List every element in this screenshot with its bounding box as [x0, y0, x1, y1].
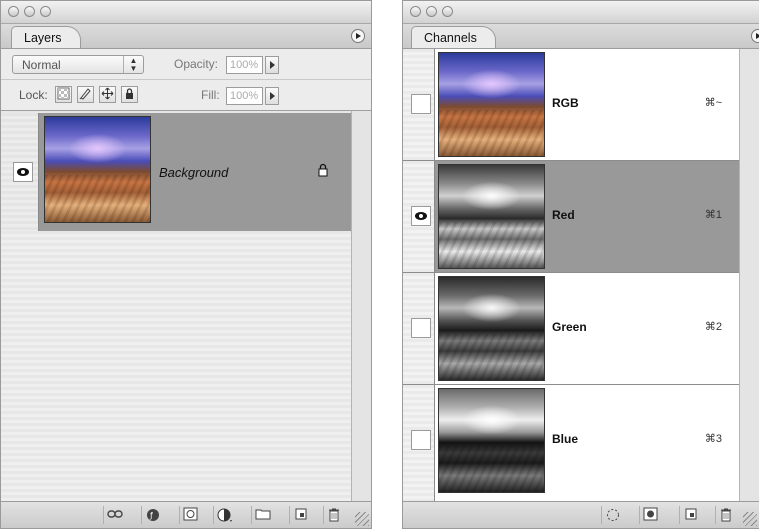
- channels-panel-menu-button[interactable]: [751, 29, 759, 43]
- channel-visibility-column: [403, 273, 435, 384]
- load-channel-as-selection-button[interactable]: [601, 506, 623, 524]
- tab-channels[interactable]: Channels: [411, 26, 496, 48]
- layer-row[interactable]: Background: [1, 113, 351, 231]
- new-group-button[interactable]: [251, 506, 273, 524]
- fill-slider-button[interactable]: [265, 87, 279, 105]
- svg-text:ƒ: ƒ: [149, 511, 153, 520]
- channels-footer-toolbar: [403, 501, 759, 528]
- blend-opacity-row: Normal ▲ ▼ Opacity: 100%: [1, 49, 371, 80]
- channel-shortcut: ⌘2: [704, 321, 722, 333]
- lock-fill-row: Lock: Fill: 100%: [1, 80, 371, 111]
- link-icon: [107, 510, 123, 518]
- channel-thumbnail: [438, 52, 545, 157]
- layers-footer-toolbar: ƒ: [1, 501, 371, 528]
- updown-arrows-icon: ▲ ▼: [123, 56, 143, 73]
- channels-scrollbar[interactable]: [739, 49, 759, 501]
- mask-icon: [643, 507, 658, 521]
- layer-style-button[interactable]: ƒ: [141, 506, 163, 524]
- channel-row-green[interactable]: Green ⌘2: [403, 273, 739, 385]
- new-layer-button[interactable]: [289, 506, 311, 524]
- dotted-circle-icon: [607, 509, 619, 521]
- delete-layer-button[interactable]: [323, 506, 345, 524]
- trash-icon: [329, 508, 339, 522]
- channel-row-blue[interactable]: Blue ⌘3: [403, 385, 739, 503]
- link-layers-button[interactable]: [103, 506, 125, 524]
- channel-row-red[interactable]: Red ⌘1: [403, 161, 739, 273]
- layers-panel: Layers Normal ▲ ▼ Opacity: 100% Lock: Fil…: [0, 0, 372, 529]
- lock-icon: [318, 163, 328, 177]
- checkerboard-icon: [57, 87, 70, 100]
- new-channel-icon: [685, 508, 697, 520]
- resize-grip-icon[interactable]: [743, 512, 757, 526]
- adjustment-icon: [217, 508, 232, 522]
- brush-icon: [79, 88, 91, 100]
- padlock-icon: [126, 88, 133, 99]
- layer-visibility-column: [1, 113, 39, 231]
- mask-icon: [183, 507, 198, 521]
- channels-tabstrip: Channels: [403, 24, 759, 49]
- layers-panel-menu-button[interactable]: [351, 29, 365, 43]
- layer-name: Background: [159, 165, 229, 180]
- close-window-button[interactable]: [410, 6, 421, 17]
- folder-icon: [255, 509, 271, 520]
- channel-name: Blue: [552, 432, 579, 446]
- channel-shortcut: ⌘3: [704, 433, 722, 445]
- lock-transparent-pixels-button[interactable]: [55, 86, 72, 103]
- delete-channel-button[interactable]: [715, 506, 737, 524]
- lock-image-pixels-button[interactable]: [77, 86, 94, 103]
- channel-visibility-column: [403, 385, 435, 502]
- channel-visibility-toggle[interactable]: [411, 318, 431, 338]
- channel-row-rgb[interactable]: RGB ⌘~: [403, 49, 739, 161]
- channel-visibility-toggle[interactable]: [411, 430, 431, 450]
- opacity-label: Opacity:: [174, 57, 219, 71]
- lock-position-button[interactable]: [99, 86, 116, 103]
- opacity-slider-button[interactable]: [265, 56, 279, 74]
- channel-thumbnail: [438, 388, 545, 493]
- channels-panel: Channels RGB ⌘~ Red ⌘1 Green ⌘2 Blue ⌘3: [402, 0, 759, 529]
- new-channel-button[interactable]: [679, 506, 701, 524]
- add-layer-mask-button[interactable]: [179, 506, 201, 524]
- fx-icon: ƒ: [147, 509, 159, 521]
- channel-visibility-toggle[interactable]: [411, 206, 431, 226]
- minimize-window-button[interactable]: [24, 6, 35, 17]
- eye-icon: [17, 168, 29, 176]
- layers-tabstrip: Layers: [1, 24, 371, 49]
- channel-shortcut: ⌘~: [704, 97, 722, 109]
- layers-scrollbar[interactable]: [351, 111, 371, 501]
- fill-input[interactable]: 100%: [226, 87, 263, 105]
- eye-icon: [415, 212, 427, 220]
- close-window-button[interactable]: [8, 6, 19, 17]
- layer-visibility-toggle[interactable]: [13, 162, 33, 182]
- lock-label: Lock:: [19, 88, 48, 102]
- blend-mode-value: Normal: [22, 58, 61, 72]
- lock-all-button[interactable]: [121, 86, 138, 103]
- channel-name: RGB: [552, 96, 579, 110]
- channel-thumbnail: [438, 164, 545, 269]
- trash-icon: [721, 508, 731, 522]
- blend-mode-select[interactable]: Normal ▲ ▼: [12, 55, 144, 74]
- channel-visibility-column: [403, 161, 435, 272]
- channel-shortcut: ⌘1: [704, 209, 722, 221]
- layers-titlebar[interactable]: [1, 1, 371, 24]
- channels-titlebar[interactable]: [403, 1, 759, 24]
- channel-name: Green: [552, 320, 587, 334]
- fill-label: Fill:: [201, 88, 220, 102]
- channel-visibility-toggle[interactable]: [411, 94, 431, 114]
- resize-grip-icon[interactable]: [355, 512, 369, 526]
- channel-visibility-column: [403, 49, 435, 160]
- opacity-input[interactable]: 100%: [226, 56, 263, 74]
- save-selection-as-channel-button[interactable]: [639, 506, 661, 524]
- move-arrows-icon: [101, 87, 114, 100]
- channel-thumbnail: [438, 276, 545, 381]
- tab-layers[interactable]: Layers: [11, 26, 81, 48]
- minimize-window-button[interactable]: [426, 6, 437, 17]
- layer-thumbnail: [44, 116, 151, 223]
- zoom-window-button[interactable]: [40, 6, 51, 17]
- zoom-window-button[interactable]: [442, 6, 453, 17]
- channel-name: Red: [552, 208, 575, 222]
- new-layer-icon: [295, 508, 307, 520]
- new-adjustment-layer-button[interactable]: [213, 506, 235, 524]
